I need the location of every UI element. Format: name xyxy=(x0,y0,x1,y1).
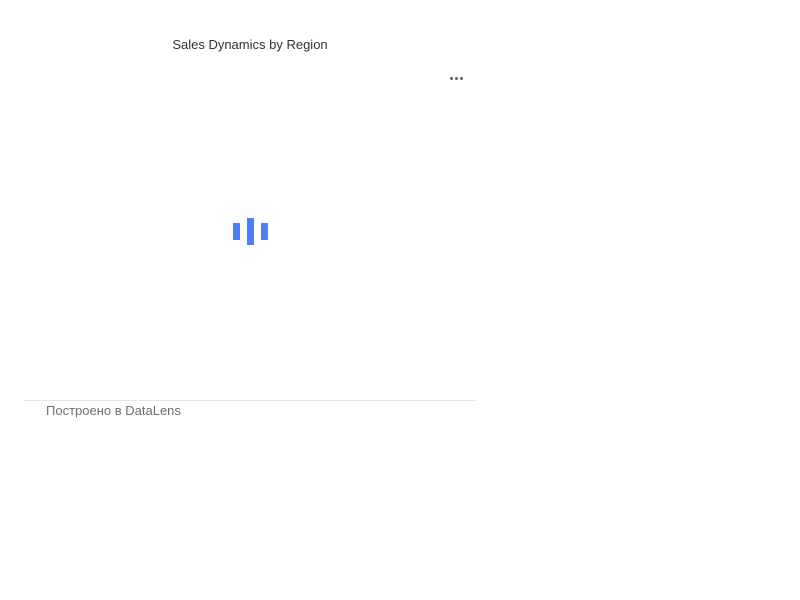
chart-title: Sales Dynamics by Region xyxy=(172,37,328,52)
footer-credit-link[interactable]: Построено в DataLens xyxy=(46,403,181,418)
footer-divider xyxy=(24,400,476,401)
loader-bar xyxy=(233,223,240,240)
loading-bars-icon xyxy=(232,217,268,246)
dot xyxy=(459,76,463,80)
widget-menu-button[interactable] xyxy=(444,68,468,88)
dot xyxy=(449,76,453,80)
dot xyxy=(454,76,458,80)
chart-widget: Sales Dynamics by Region xyxy=(24,26,476,400)
loader-bar xyxy=(247,218,254,245)
more-horizontal-icon xyxy=(449,76,463,80)
page: Sales Dynamics by Region Построено в Dat… xyxy=(0,0,800,600)
loader-bar xyxy=(261,223,268,240)
